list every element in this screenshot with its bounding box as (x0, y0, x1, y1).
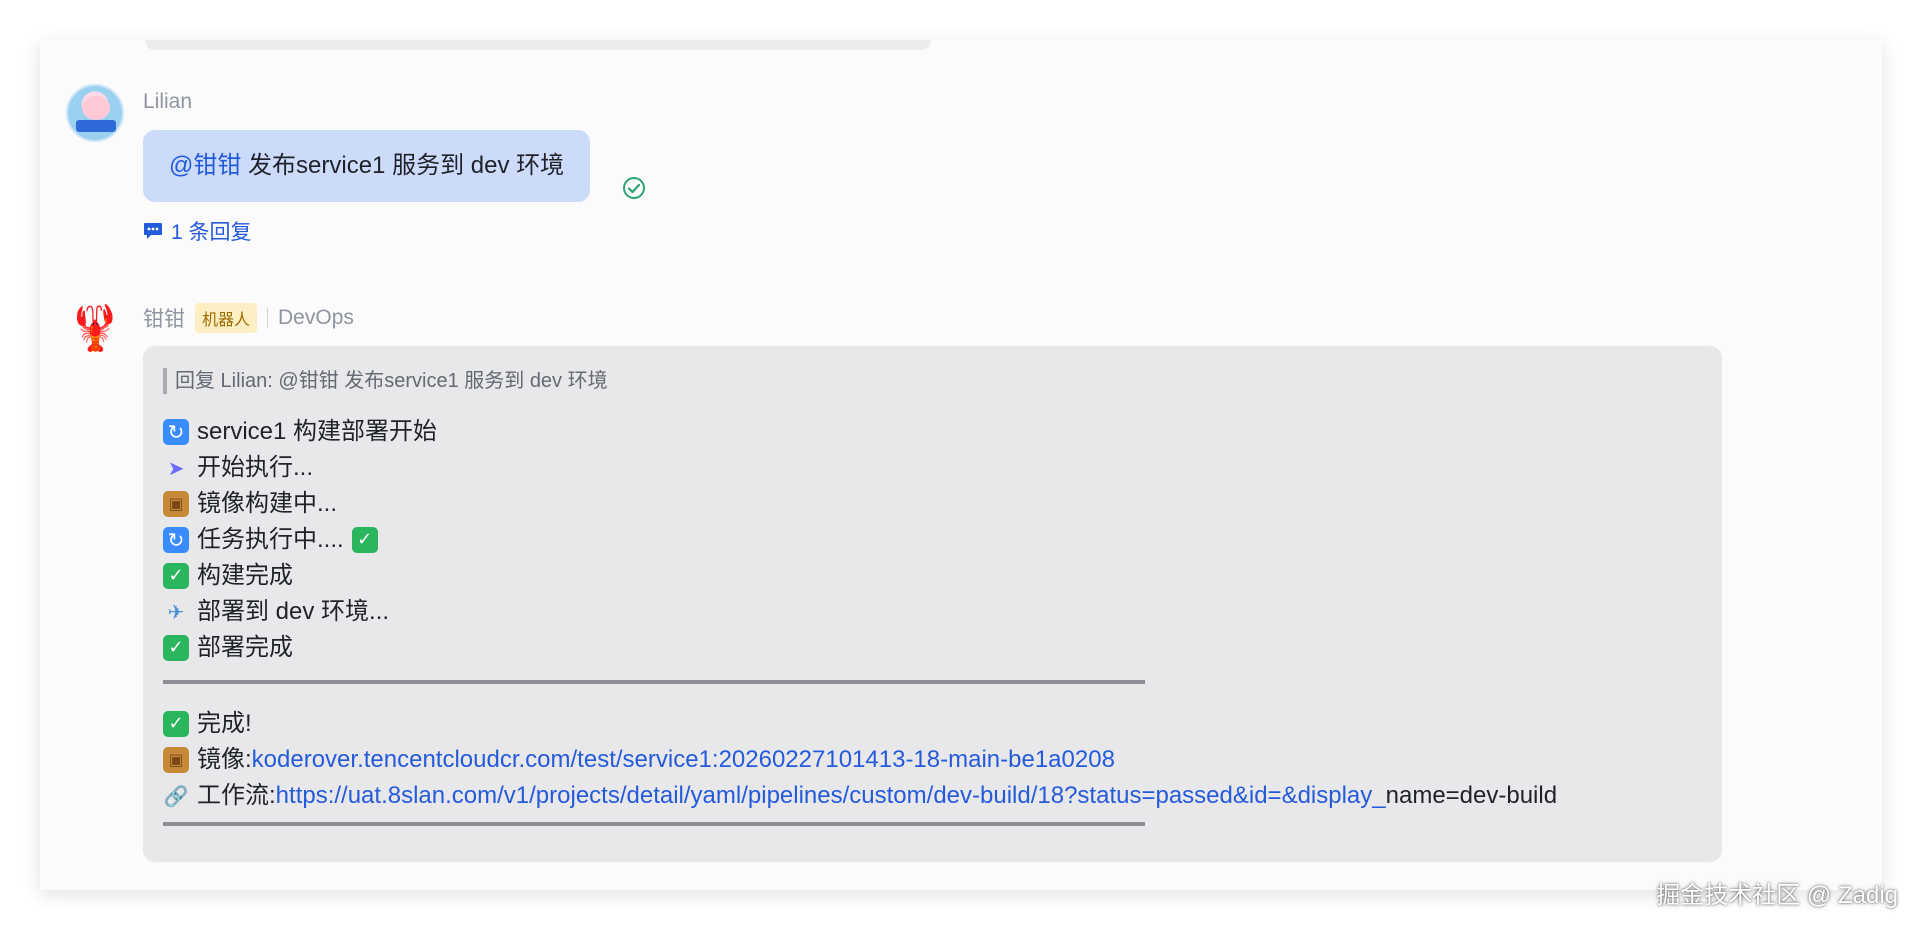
image-url-link[interactable]: koderover.tencentcloudcr.com/test/servic… (252, 742, 1115, 778)
check-icon: ✓ (351, 527, 378, 553)
reply-count: 1 条回复 (171, 221, 252, 244)
watermark: 掘金技术社区 @ Zadig (1656, 882, 1898, 909)
thread-reply-link[interactable]: 1 条回复 (143, 216, 252, 246)
workflow-line: 🔗 工作流: https://uat.8slan.com/v1/projects… (163, 778, 1558, 814)
sender-name[interactable]: Lilian (143, 90, 192, 114)
refresh-icon: ↻ (163, 527, 189, 553)
bot-group-name[interactable]: DevOps (278, 306, 354, 330)
done-text: 完成! (197, 710, 252, 737)
bot-sender-name[interactable]: 钳钳 (143, 303, 185, 333)
workflow-url-tail: name=dev-build (1385, 782, 1558, 809)
progress-line: ✓ 部署完成 (163, 630, 1557, 666)
progress-line: ✓ 构建完成 (163, 558, 1557, 594)
avatar-lilian[interactable] (66, 84, 124, 142)
progress-line-text: service1 构建部署开始 (197, 418, 438, 445)
read-status-icon (623, 177, 645, 199)
quoted-reply[interactable]: 回复 Lilian: @钳钳 发布service1 服务到 dev 环境 (163, 368, 608, 394)
link-icon: 🔗 (163, 784, 189, 808)
user-message-bubble[interactable]: @钳钳 发布service1 服务到 dev 环境 (143, 130, 591, 202)
previous-message-bubble (145, 40, 931, 50)
progress-line-text: 镜像构建中... (197, 490, 338, 517)
workflow-label: 工作流: (197, 782, 276, 809)
divider-bottom (163, 822, 1145, 826)
package-icon: ▣ (163, 747, 189, 773)
package-icon: ▣ (163, 491, 189, 517)
bot-message-bubble[interactable]: 回复 Lilian: @钳钳 发布service1 服务到 dev 环境 ↻ s… (143, 346, 1722, 862)
progress-line: ➤ 开始执行... (163, 450, 1557, 486)
comment-icon (144, 223, 162, 239)
bot-message-header: 钳钳 机器人 DevOps (143, 303, 354, 333)
progress-line-text: 构建完成 (197, 562, 293, 589)
rocket-icon: ➤ (167, 456, 185, 480)
done-line: ✓ 完成! (163, 706, 1557, 742)
progress-line: ↻ 任务执行中.... ✓ (163, 522, 1557, 558)
progress-line: ▣ 镜像构建中... (163, 486, 1557, 522)
image-line: ▣ 镜像: koderover.tencentcloudcr.com/test/… (163, 742, 1557, 778)
bot-message-body: ↻ service1 构建部署开始 ➤ 开始执行... ▣ 镜像构建中... ↻… (163, 414, 1557, 826)
avatar-face (82, 96, 110, 120)
lobster-bot-avatar-icon[interactable]: 🦞 (66, 300, 124, 358)
header-separator (267, 308, 269, 328)
divider-top (163, 680, 1145, 684)
bot-badge: 机器人 (195, 303, 258, 333)
progress-line-text: 开始执行... (197, 454, 314, 481)
image-label: 镜像: (197, 746, 252, 773)
workflow-url-link[interactable]: https://uat.8slan.com/v1/projects/detail… (276, 778, 1386, 814)
progress-line-text: 任务执行中.... (197, 526, 344, 553)
progress-line: ✈ 部署到 dev 环境... (163, 594, 1557, 630)
check-icon: ✓ (163, 711, 189, 737)
progress-line-text: 部署完成 (197, 634, 293, 661)
airplane-icon: ✈ (167, 600, 185, 624)
progress-line: ↻ service1 构建部署开始 (163, 414, 1557, 450)
mention-link[interactable]: @钳钳 (169, 152, 241, 179)
user-message-text: 发布service1 服务到 dev 环境 (241, 152, 565, 179)
progress-line-text: 部署到 dev 环境... (197, 598, 390, 625)
refresh-icon: ↻ (163, 419, 189, 445)
avatar-banner (76, 120, 116, 132)
check-icon: ✓ (163, 635, 189, 661)
check-icon: ✓ (163, 563, 189, 589)
